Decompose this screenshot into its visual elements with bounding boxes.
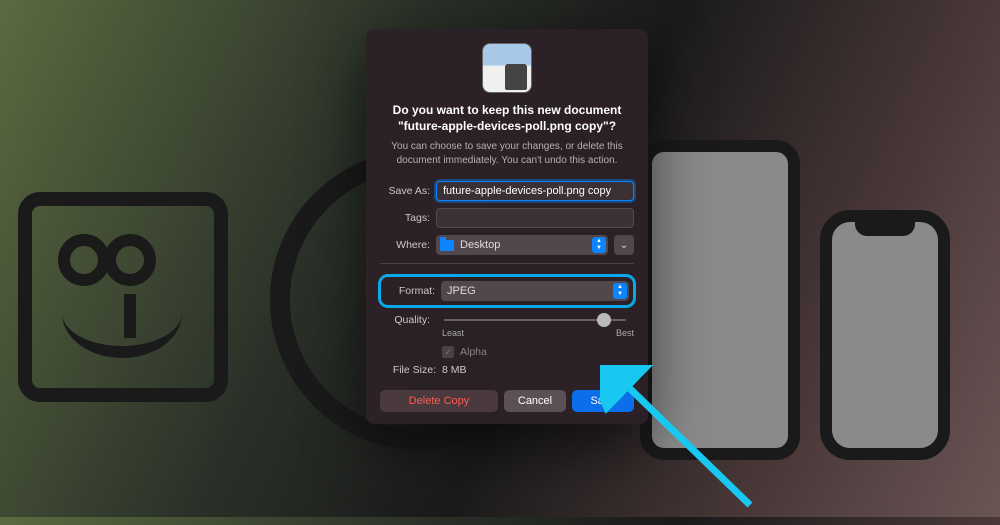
quality-least-label: Least — [442, 328, 464, 338]
save-button[interactable]: Save — [572, 390, 634, 412]
quality-slider[interactable] — [444, 319, 626, 321]
tags-label: Tags: — [380, 212, 436, 224]
alpha-label: Alpha — [460, 346, 487, 358]
file-size-label: File Size: — [386, 364, 442, 376]
alpha-checkbox: ✓ — [442, 346, 454, 358]
where-value: Desktop — [460, 239, 500, 251]
format-select[interactable]: JPEG ▲▼ — [441, 281, 629, 301]
preview-app-icon — [482, 43, 532, 93]
format-label: Format: — [385, 285, 441, 297]
chevron-down-icon: ⌄ — [620, 240, 628, 251]
file-size-value: 8 MB — [442, 364, 467, 376]
updown-stepper-icon: ▲▼ — [592, 237, 606, 253]
save-as-input[interactable] — [436, 181, 634, 201]
quality-best-label: Best — [616, 328, 634, 338]
where-label: Where: — [380, 239, 436, 251]
dialog-heading: Do you want to keep this new document "f… — [380, 103, 634, 134]
divider — [380, 263, 634, 264]
cancel-button[interactable]: Cancel — [504, 390, 566, 412]
format-highlight-annotation: Format: JPEG ▲▼ — [378, 274, 636, 308]
where-select[interactable]: Desktop ▲▼ — [436, 235, 608, 255]
bg-ipad-outline — [640, 140, 800, 460]
bg-iphone-outline — [820, 210, 950, 460]
heading-line-2: "future-apple-devices-poll.png copy"? — [398, 119, 616, 133]
heading-line-1: Do you want to keep this new document — [393, 103, 622, 117]
quality-slider-thumb[interactable] — [597, 313, 611, 327]
format-value: JPEG — [447, 285, 476, 297]
expand-save-panel-button[interactable]: ⌄ — [614, 235, 634, 255]
dialog-subtext: You can choose to save your changes, or … — [380, 140, 634, 167]
save-dialog: Do you want to keep this new document "f… — [366, 29, 648, 424]
bg-finder-face — [18, 192, 228, 402]
folder-icon — [440, 240, 454, 251]
updown-stepper-icon: ▲▼ — [613, 283, 627, 299]
save-as-label: Save As: — [380, 185, 436, 197]
tags-input[interactable] — [436, 208, 634, 228]
quality-label: Quality: — [380, 314, 436, 326]
delete-copy-button[interactable]: Delete Copy — [380, 390, 498, 412]
